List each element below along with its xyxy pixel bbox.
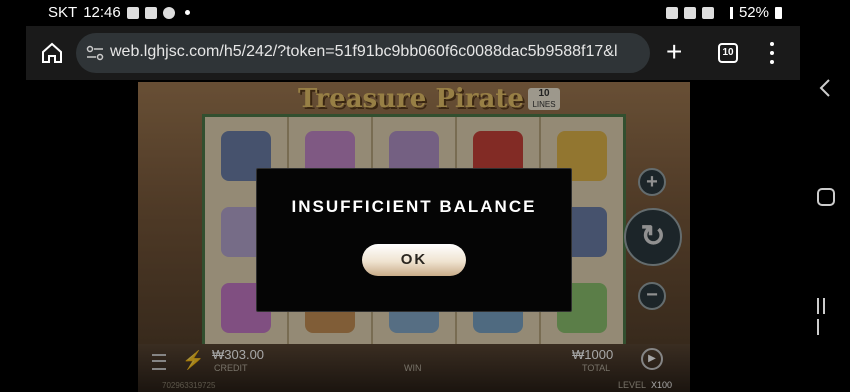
home-nav-icon[interactable] xyxy=(817,188,835,206)
browser-toolbar: web.lghjsc.com/h5/242/?token=51f91bc9bb0… xyxy=(26,26,800,80)
clock: 12:46 xyxy=(83,4,121,21)
more-menu-icon[interactable] xyxy=(770,42,774,64)
battery-icon xyxy=(775,6,782,19)
insufficient-balance-dialog: INSUFFICIENT BALANCE OK xyxy=(256,168,572,312)
battery-text: 52% xyxy=(738,4,769,21)
status-bar: SKT 12:46 52% xyxy=(0,0,800,26)
talk-icon xyxy=(162,6,175,19)
more-notifications-icon xyxy=(184,10,190,15)
carrier: SKT xyxy=(48,4,78,21)
lte-icon xyxy=(701,6,714,19)
signal-icon xyxy=(720,6,733,19)
lock-icon xyxy=(665,6,678,19)
app-b-icon xyxy=(144,6,157,19)
url-text[interactable]: web.lghjsc.com/h5/242/?token=51f91bc9bb0… xyxy=(110,43,642,61)
recent-apps-icon[interactable] xyxy=(817,298,833,335)
back-icon[interactable] xyxy=(818,78,832,98)
gallery-icon xyxy=(126,6,139,19)
ok-button[interactable]: OK xyxy=(362,244,466,276)
new-tab-icon[interactable]: + xyxy=(666,38,682,66)
system-nav-bar xyxy=(800,0,850,392)
dialog-message: INSUFFICIENT BALANCE xyxy=(291,197,537,216)
site-settings-icon[interactable] xyxy=(86,45,104,61)
address-bar[interactable]: web.lghjsc.com/h5/242/?token=51f91bc9bb0… xyxy=(76,33,650,73)
tab-switcher-button[interactable]: 10 xyxy=(718,43,738,63)
mute-icon xyxy=(683,6,696,19)
home-icon[interactable] xyxy=(40,41,64,65)
